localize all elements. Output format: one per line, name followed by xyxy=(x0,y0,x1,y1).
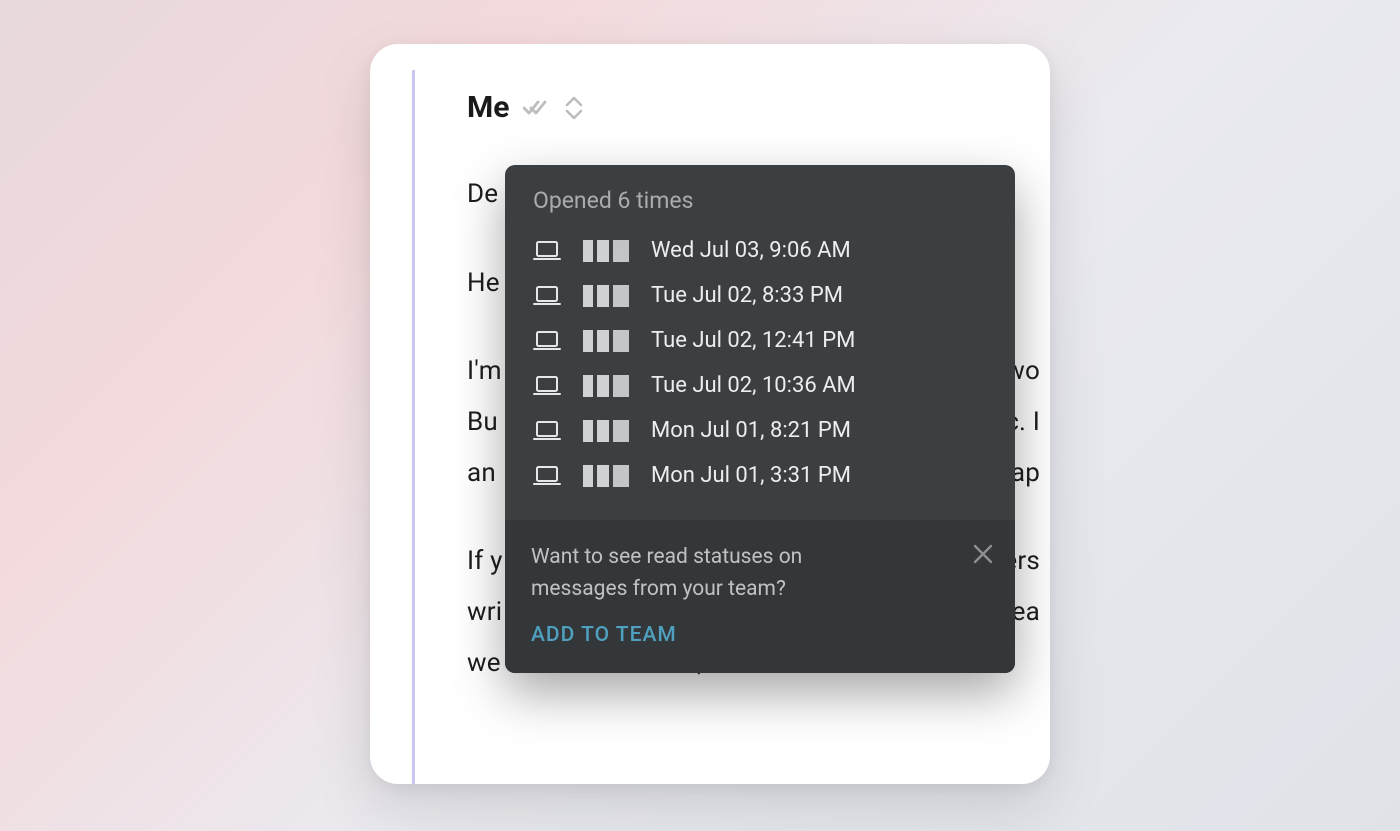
body-fragment: an xyxy=(467,448,496,499)
open-event-row: Tue Jul 02, 10:36 AM xyxy=(533,363,987,408)
close-icon[interactable] xyxy=(971,542,995,572)
laptop-icon xyxy=(533,420,561,442)
redacted-name xyxy=(583,465,629,487)
open-event-row: Mon Jul 01, 8:21 PM xyxy=(533,408,987,453)
laptop-icon xyxy=(533,375,561,397)
redacted-name xyxy=(583,330,629,352)
laptop-icon xyxy=(533,465,561,487)
email-header: Me xyxy=(467,90,1050,125)
body-fragment: If y xyxy=(467,536,503,587)
popover-title: Opened 6 times xyxy=(505,165,1015,228)
open-timestamp: Wed Jul 03, 9:06 AM xyxy=(651,238,851,263)
expand-collapse-icon[interactable] xyxy=(563,96,585,120)
open-event-row: Mon Jul 01, 3:31 PM xyxy=(533,453,987,498)
open-timestamp: Tue Jul 02, 12:41 PM xyxy=(651,328,855,353)
open-events-list: Wed Jul 03, 9:06 AM Tue Jul 02, 8:33 PM … xyxy=(505,228,1015,520)
read-status-popover: Opened 6 times Wed Jul 03, 9:06 AM Tue J… xyxy=(505,165,1015,673)
open-event-row: Tue Jul 02, 8:33 PM xyxy=(533,273,987,318)
open-timestamp: Mon Jul 01, 3:31 PM xyxy=(651,463,851,488)
redacted-name xyxy=(583,285,629,307)
redacted-name xyxy=(583,420,629,442)
redacted-name xyxy=(583,375,629,397)
laptop-icon xyxy=(533,285,561,307)
body-fragment: Bu xyxy=(467,397,498,448)
open-event-row: Wed Jul 03, 9:06 AM xyxy=(533,228,987,273)
add-to-team-button[interactable]: ADD TO TEAM xyxy=(531,623,677,647)
email-card: Me De He I' xyxy=(370,44,1050,784)
open-event-row: Tue Jul 02, 12:41 PM xyxy=(533,318,987,363)
footer-prompt: Want to see read statuses on messages fr… xyxy=(531,542,891,605)
body-fragment: I'm xyxy=(467,346,502,397)
body-fragment: wri xyxy=(467,587,502,638)
popover-footer: Want to see read statuses on messages fr… xyxy=(505,520,1015,673)
redacted-name xyxy=(583,240,629,262)
open-timestamp: Mon Jul 01, 8:21 PM xyxy=(651,418,851,443)
sender-name: Me xyxy=(467,90,509,125)
open-timestamp: Tue Jul 02, 8:33 PM xyxy=(651,283,843,308)
laptop-icon xyxy=(533,330,561,352)
read-status-icon[interactable] xyxy=(523,98,549,118)
open-timestamp: Tue Jul 02, 10:36 AM xyxy=(651,373,856,398)
laptop-icon xyxy=(533,240,561,262)
